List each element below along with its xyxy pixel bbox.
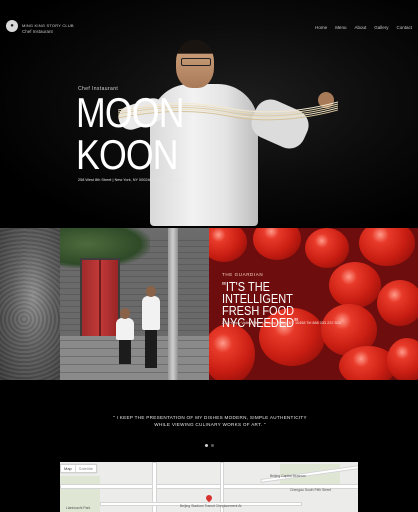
nav-home[interactable]: Home	[315, 25, 327, 30]
logo-icon[interactable]: ●	[6, 20, 18, 32]
map-type-toggle: Map Satellite	[60, 464, 98, 473]
gallery-strip: THE GUARDIAN "IT'S THE INTELLIGENT FRESH…	[0, 228, 418, 380]
brand-name[interactable]: MING KING STORY CLUB	[22, 23, 74, 28]
chef-glasses	[181, 58, 211, 66]
slide-dot-2[interactable]	[211, 444, 214, 447]
chef-figure-standing	[142, 286, 160, 368]
map-type-satellite[interactable]: Satellite	[74, 465, 96, 472]
map-label: Beijing Stadium Transit Cheplacement At	[180, 504, 242, 508]
chef-statement: " I KEEP THE PRESENTATION OF MY DISHES M…	[113, 415, 307, 427]
map-type-map[interactable]: Map	[61, 465, 75, 472]
main-nav: Home Menu About Gallery Contact	[315, 25, 412, 30]
slide-dot-1[interactable]	[205, 444, 208, 447]
street-photo	[60, 228, 209, 380]
map-label: Lianhuachi Park	[66, 506, 91, 510]
location-map[interactable]: Map Satellite Beijing Capital Museum Bei…	[60, 462, 358, 512]
nav-contact[interactable]: Contact	[396, 25, 412, 30]
map-label: Beijing Capital Museum	[270, 474, 306, 478]
hero-title: MOON KOON	[76, 89, 185, 178]
chef-figure-seated	[116, 308, 134, 364]
press-meta: 221 Happy Valley Street, Happy Valley, N…	[222, 321, 341, 325]
stone-steps	[60, 336, 209, 380]
nav-menu[interactable]: Menu	[335, 25, 346, 30]
slider-dots	[205, 444, 214, 447]
press-source: THE GUARDIAN	[222, 272, 264, 277]
site-header: ● MING KING STORY CLUB Chef Instaurant H…	[0, 0, 418, 46]
texture-photo	[0, 228, 60, 380]
street-pole	[168, 228, 178, 380]
brand-subtitle: Chef Instaurant	[22, 29, 53, 34]
map-pin-icon[interactable]	[204, 493, 214, 503]
map-label: Chengdu South Fifth Street	[290, 488, 332, 492]
hero-address: 258 West 8th Street | New York, NY 00024…	[78, 178, 182, 182]
nav-about[interactable]: About	[354, 25, 366, 30]
red-door	[80, 258, 120, 340]
nav-gallery[interactable]: Gallery	[374, 25, 388, 30]
